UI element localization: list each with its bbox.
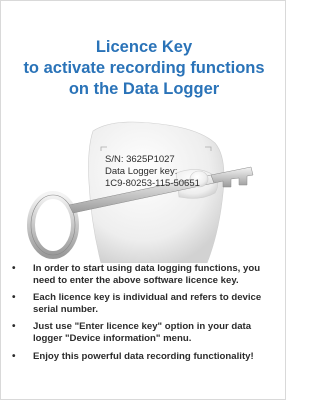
title-line-2: to activate recording functions [23, 59, 265, 77]
serial-number: S/N: 3625P1027 [105, 154, 175, 165]
instructions-list: In order to start using data logging fun… [9, 263, 281, 368]
page-title: Licence Key to activate recording functi… [1, 37, 287, 100]
list-item: Enjoy this powerful data recording funct… [9, 351, 281, 363]
key-label: Data Logger key: [105, 166, 178, 177]
licence-key-info: S/N: 3625P1027 Data Logger key: 1C9-8025… [105, 154, 235, 190]
list-item: Just use "Enter licence key" option in y… [9, 321, 281, 344]
list-item: In order to start using data logging fun… [9, 263, 281, 286]
licence-card: Licence Key to activate recording functi… [0, 0, 286, 400]
key-value: 1C9-80253-115-50651 [105, 178, 200, 189]
list-item: Each licence key is individual and refer… [9, 292, 281, 315]
title-line-3: on the Data Logger [68, 80, 220, 98]
title-line-1: Licence Key [95, 38, 193, 56]
